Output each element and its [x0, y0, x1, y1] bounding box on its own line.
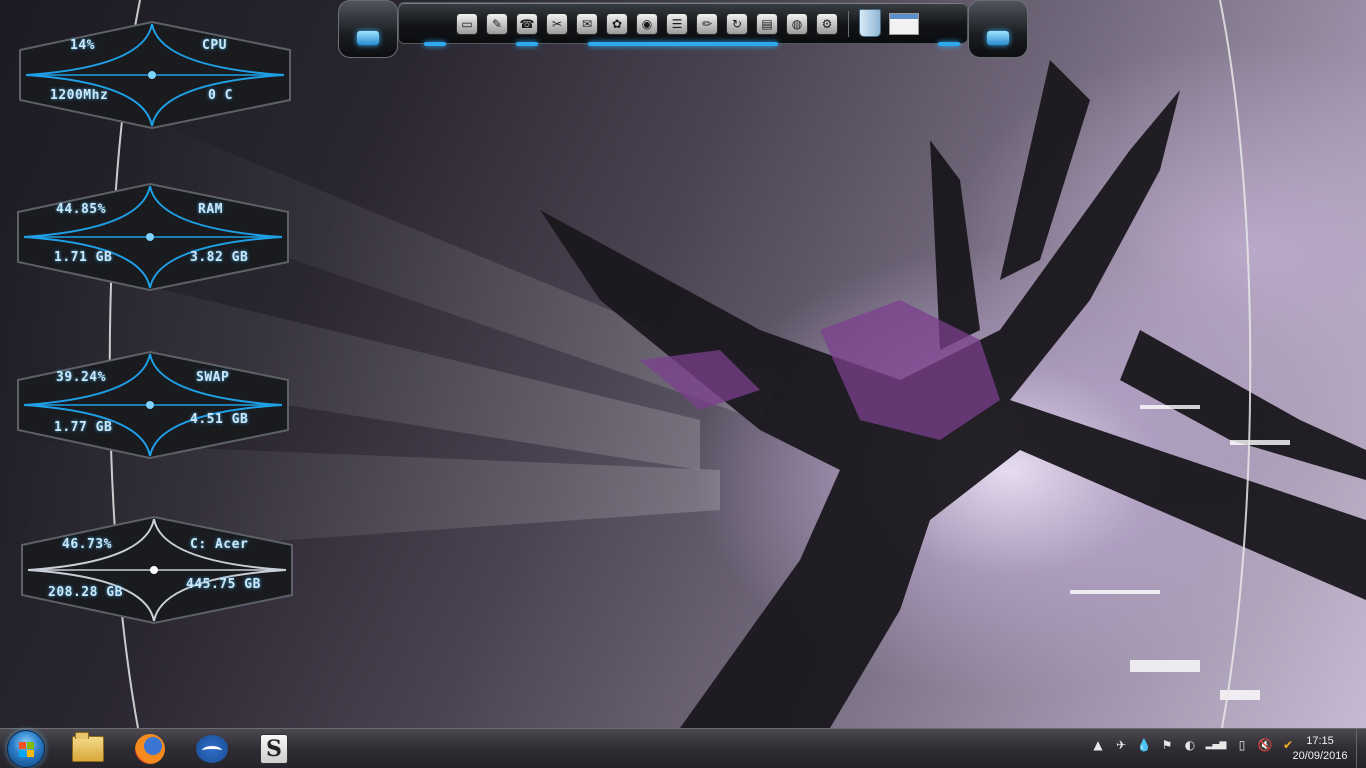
swap-monitor-gadget[interactable]: 39.24% SWAP 1.77 GB 4.51 GB	[10, 350, 294, 462]
disk-used: 208.28 GB	[48, 585, 123, 600]
taskbar: S ▲ ✈ 💧 ⚑ ◐ ▂▄▆ ▯ 🔇 ✔ 17:15 20/09/2016	[0, 728, 1366, 768]
folder-icon	[72, 732, 104, 762]
gadget-frame	[21, 515, 293, 625]
disk-label: C: Acer	[190, 537, 249, 552]
ram-monitor-gadget[interactable]: 44.85% RAM 1.71 GB 3.82 GB	[10, 182, 294, 294]
webcam-icon[interactable]: ◍	[786, 13, 808, 35]
window-preview-icon[interactable]	[889, 13, 919, 35]
taskbar-openoffice[interactable]	[186, 731, 238, 767]
ram-usage-percent: 44.85%	[56, 202, 106, 217]
notes-icon[interactable]: ☰	[666, 13, 688, 35]
wifi-signal-icon[interactable]: ▂▄▆	[1205, 737, 1227, 753]
cpu-temperature: 0 C	[208, 88, 233, 103]
dock-left-cap	[338, 0, 398, 58]
gadget-frame	[17, 350, 289, 460]
gadget-frame	[17, 182, 289, 292]
monitor-icon[interactable]: ✉	[576, 13, 598, 35]
taskbar-scribus[interactable]: S	[248, 731, 300, 767]
swap-label: SWAP	[196, 370, 230, 385]
start-button[interactable]	[7, 730, 45, 768]
disk-total: 445.75 GB	[186, 577, 261, 592]
show-hidden-icons-arrow-icon[interactable]: ▲	[1090, 737, 1106, 753]
dock-right-cap	[968, 0, 1028, 58]
settings-disc-icon[interactable]: ◉	[636, 13, 658, 35]
droplet-icon[interactable]: 💧	[1136, 737, 1152, 753]
action-center-flag-icon[interactable]: ⚑	[1159, 737, 1175, 753]
computer-icon[interactable]: ▭	[456, 13, 478, 35]
ram-label: RAM	[198, 202, 223, 217]
users-icon[interactable]: ✿	[606, 13, 628, 35]
openoffice-icon	[196, 735, 228, 763]
ram-used: 1.71 GB	[54, 250, 113, 265]
folder-icon[interactable]: ▤	[756, 13, 778, 35]
app-tray-icon[interactable]: ✈	[1113, 737, 1129, 753]
swap-used: 1.77 GB	[54, 420, 113, 435]
network-globe-icon[interactable]: ◐	[1182, 737, 1198, 753]
swap-total: 4.51 GB	[190, 412, 249, 427]
cpu-label: CPU	[202, 38, 227, 53]
tools-icon[interactable]: ✂	[546, 13, 568, 35]
documents-icon[interactable]: ✎	[486, 13, 508, 35]
top-dock: ▭ ✎ ☎ ✂ ✉ ✿ ◉ ☰ ✏ ↻ ▤ ◍ ⚙	[338, 0, 1028, 60]
swap-usage-percent: 39.24%	[56, 370, 106, 385]
network-icon[interactable]: ☎	[516, 13, 538, 35]
wallpaper-curve-right	[1219, 0, 1252, 728]
taskbar-clock[interactable]: 17:15 20/09/2016	[1288, 734, 1352, 764]
disk-monitor-gadget[interactable]: 46.73% C: Acer 208.28 GB 445.75 GB	[14, 515, 298, 627]
dock-separator	[848, 11, 849, 37]
gadget-frame	[19, 20, 291, 130]
system-tray: ▲ ✈ 💧 ⚑ ◐ ▂▄▆ ▯ 🔇 ✔	[1090, 737, 1296, 753]
pen-icon[interactable]: ✏	[696, 13, 718, 35]
dock-icons: ▭ ✎ ☎ ✂ ✉ ✿ ◉ ☰ ✏ ↻ ▤ ◍ ⚙	[456, 9, 919, 37]
cpu-monitor-gadget[interactable]: 14% CPU 1200Mhz 0 C	[12, 20, 296, 132]
windows-logo-icon	[19, 742, 35, 758]
refresh-icon[interactable]: ↻	[726, 13, 748, 35]
taskbar-firefox[interactable]	[124, 731, 176, 767]
firefox-icon	[135, 734, 165, 764]
volume-muted-icon[interactable]: 🔇	[1257, 737, 1273, 753]
taskbar-windows-explorer[interactable]	[62, 731, 114, 767]
scribus-icon: S	[260, 734, 288, 764]
disk-usage-percent: 46.73%	[62, 537, 112, 552]
cpu-frequency: 1200Mhz	[50, 88, 109, 103]
clock-time: 17:15	[1306, 735, 1334, 747]
gear-icon[interactable]: ⚙	[816, 13, 838, 35]
cpu-usage-percent: 14%	[70, 38, 95, 53]
show-desktop-button[interactable]	[1356, 729, 1366, 768]
ram-total: 3.82 GB	[190, 250, 249, 265]
recycle-bin-icon[interactable]	[859, 9, 881, 37]
battery-icon[interactable]: ▯	[1234, 737, 1250, 753]
clock-date: 20/09/2016	[1292, 750, 1348, 762]
